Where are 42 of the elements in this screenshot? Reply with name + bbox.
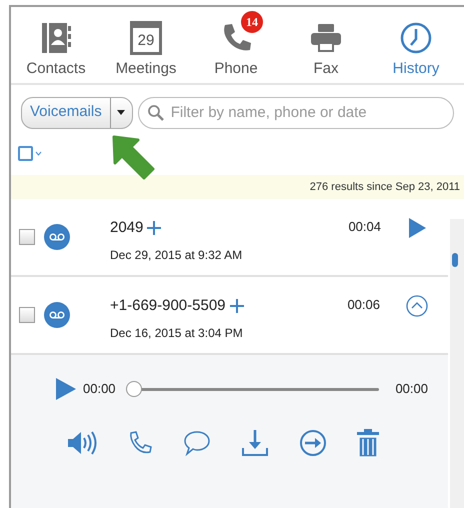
nav-tab[interactable]: Contacts bbox=[11, 21, 101, 76]
results-summary: 276 results since Sep 23, 2011 bbox=[11, 175, 464, 199]
trash-icon[interactable] bbox=[357, 429, 379, 457]
progress-thumb[interactable] bbox=[126, 381, 142, 397]
duration: 00:06 bbox=[347, 296, 380, 314]
address-book-icon bbox=[39, 21, 73, 55]
collapse-icon[interactable] bbox=[406, 295, 428, 317]
speaker-icon[interactable] bbox=[67, 429, 97, 457]
voicemail-icon bbox=[44, 302, 70, 328]
scrollbar[interactable] bbox=[450, 219, 464, 508]
voicemail-icon bbox=[44, 224, 70, 250]
row-checkbox[interactable] bbox=[19, 229, 35, 245]
progress-track[interactable] bbox=[126, 381, 380, 397]
caller-number: 2049 bbox=[110, 218, 144, 238]
download-icon[interactable] bbox=[241, 429, 269, 457]
row-checkbox[interactable] bbox=[19, 307, 35, 323]
caret-icon bbox=[117, 110, 126, 115]
select-all-checkbox[interactable] bbox=[18, 146, 33, 160]
nav-tab[interactable]: History bbox=[371, 21, 461, 76]
play-icon[interactable] bbox=[407, 217, 427, 239]
add-contact-icon[interactable] bbox=[146, 220, 162, 236]
call-date: Dec 29, 2015 at 9:32 AM bbox=[110, 246, 244, 264]
nav-tab[interactable]: 29 Meetings bbox=[101, 21, 191, 76]
type-dropdown[interactable]: Voicemails bbox=[21, 96, 133, 128]
search-field[interactable]: Filter by name, phone or date bbox=[138, 96, 454, 128]
elapsed-time: 00:00 bbox=[83, 380, 116, 398]
search-icon bbox=[146, 104, 165, 122]
chevron-down-icon[interactable] bbox=[35, 150, 42, 156]
clock-icon bbox=[399, 21, 433, 55]
nav-tab[interactable]: Fax bbox=[281, 21, 371, 76]
count-badge: 14 bbox=[241, 11, 263, 33]
printer-icon bbox=[309, 21, 343, 55]
add-contact-icon[interactable] bbox=[228, 298, 245, 314]
play-icon[interactable] bbox=[55, 377, 77, 401]
speech-bubble-icon[interactable] bbox=[183, 430, 211, 456]
duration: 00:04 bbox=[348, 218, 381, 236]
call-date: Dec 16, 2015 at 3:04 PM bbox=[110, 324, 244, 342]
forward-icon[interactable] bbox=[299, 429, 327, 457]
phone-icon[interactable] bbox=[127, 430, 153, 456]
caller-number: +1-669-900-5509 bbox=[110, 296, 226, 316]
total-time: 00:00 bbox=[395, 380, 428, 398]
calendar-icon: 29 bbox=[130, 21, 162, 55]
